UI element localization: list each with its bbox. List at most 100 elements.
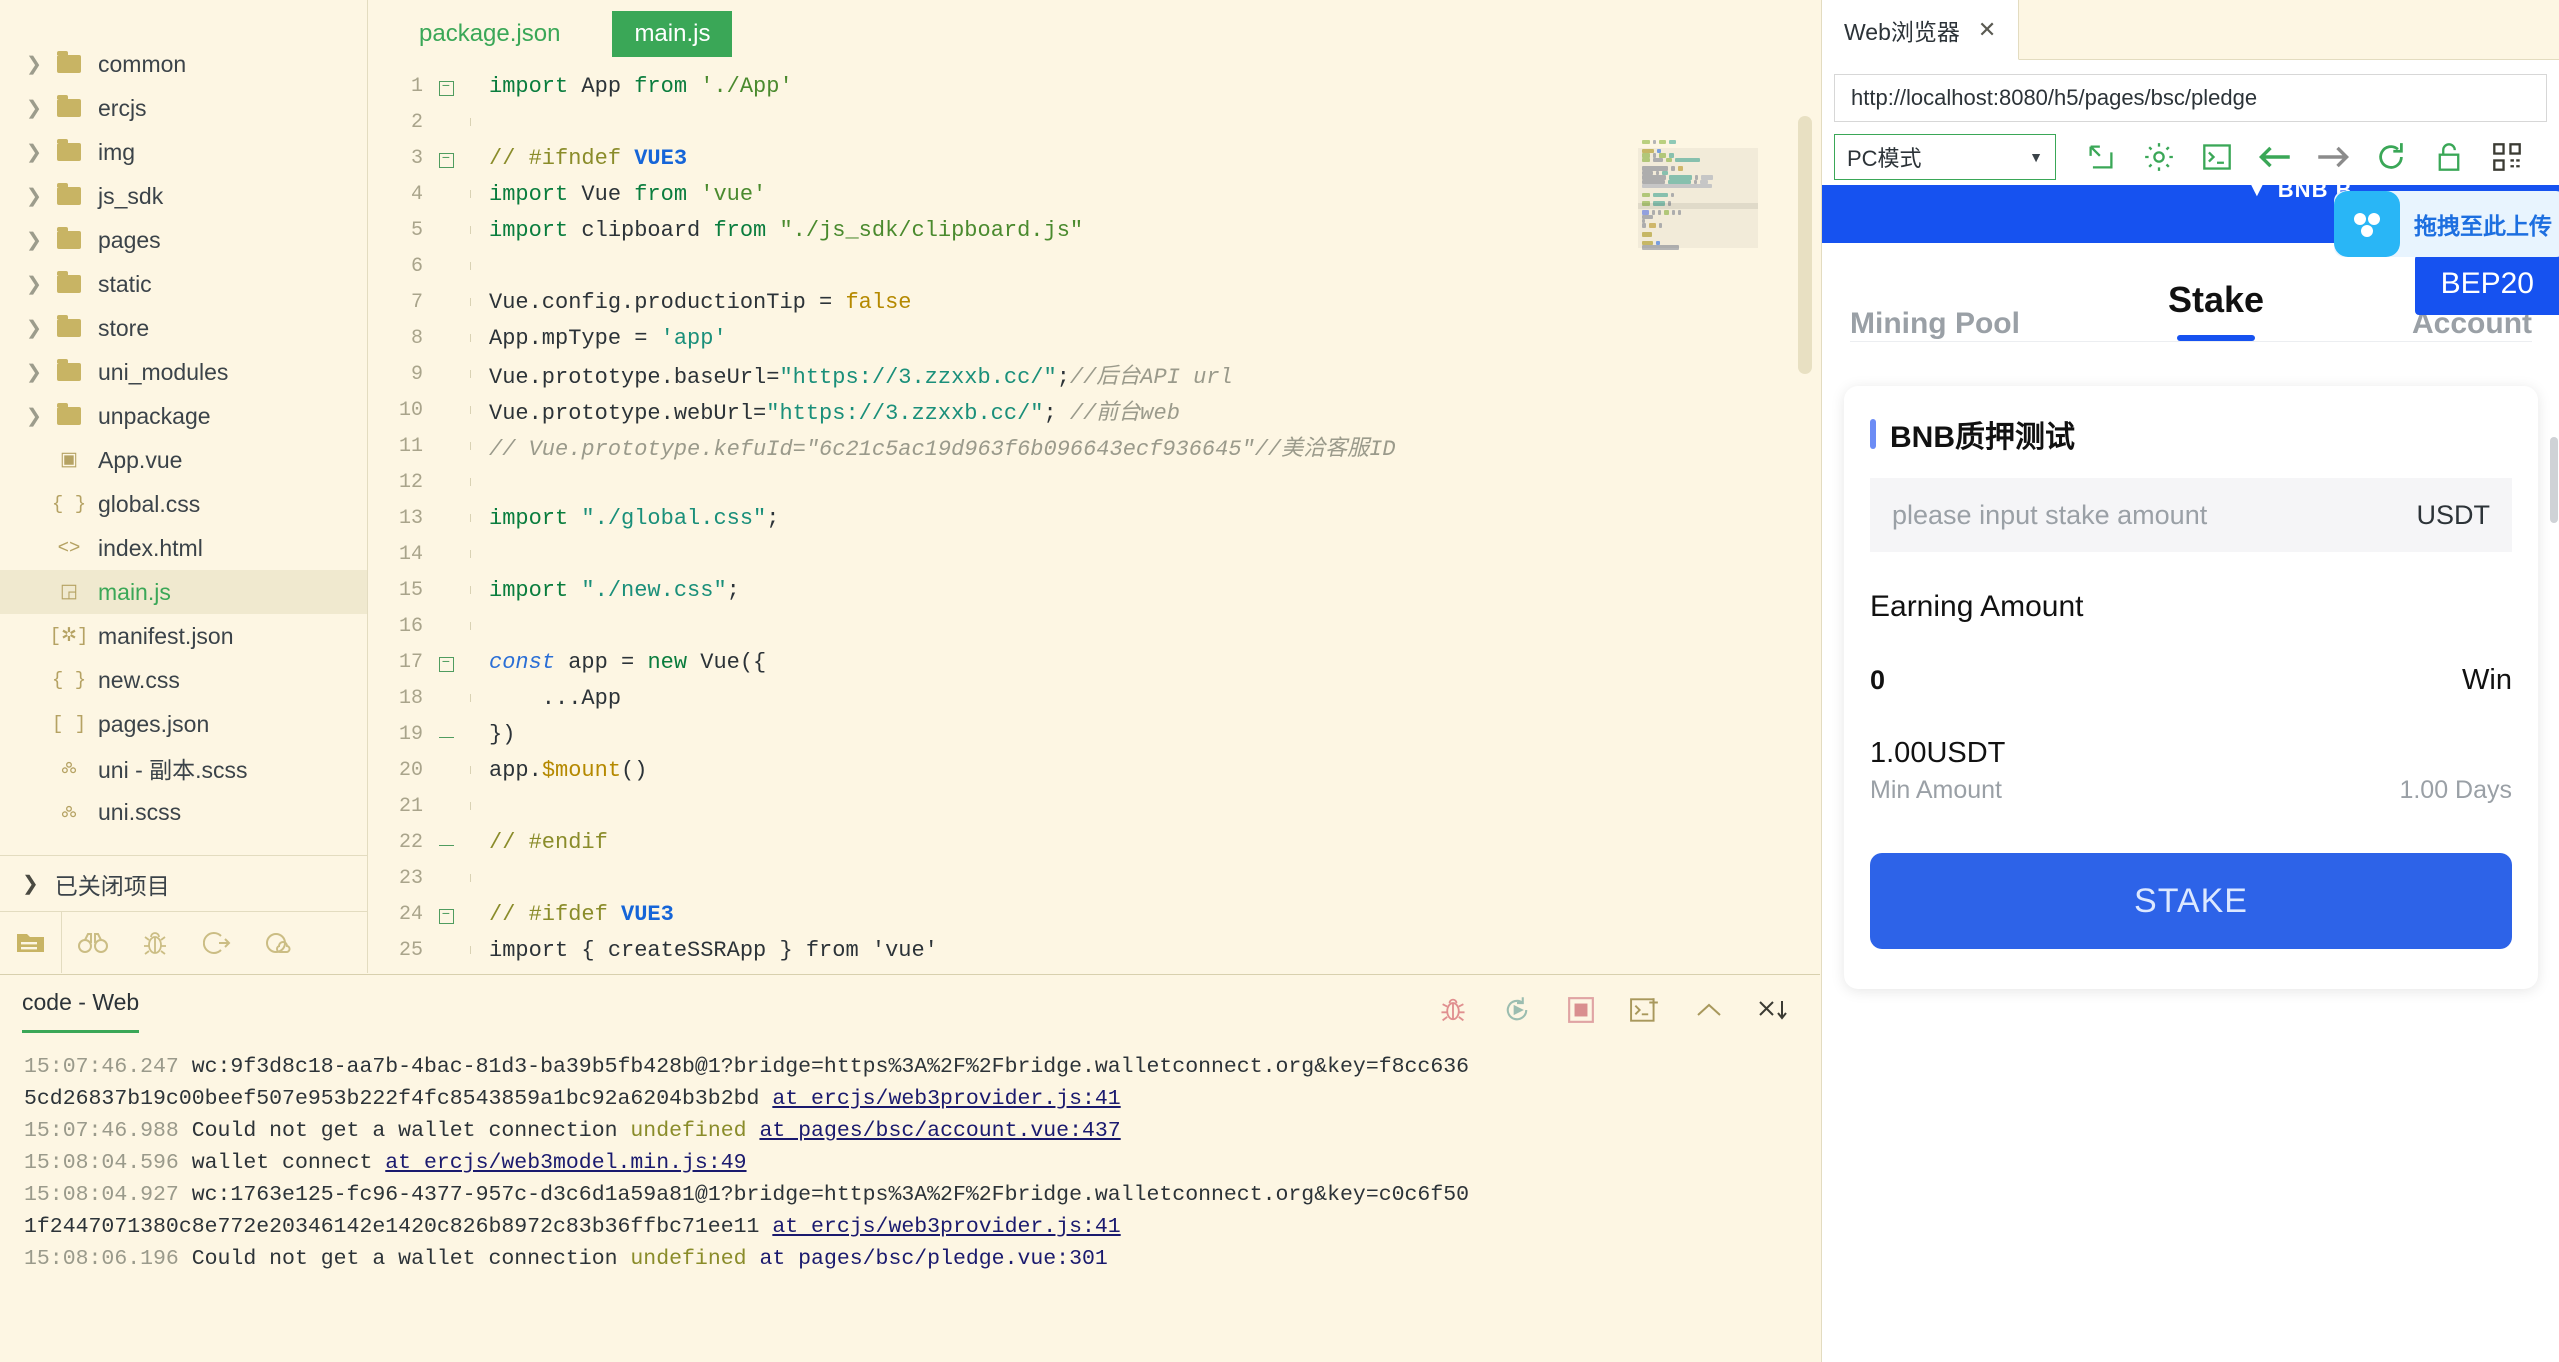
tree-item-new-css[interactable]: ❯{ }new.css (0, 658, 367, 702)
back-arrow-icon[interactable] (2246, 134, 2304, 180)
tree-item-app-vue[interactable]: ❯▣App.vue (0, 438, 367, 482)
fold-end-icon[interactable] (433, 833, 459, 852)
code-line[interactable]: 4 import Vue from 'vue' (369, 176, 1820, 212)
code-line[interactable]: 3− // #ifndef VUE3 (369, 140, 1820, 176)
chevron-right-icon[interactable]: ❯ (26, 361, 52, 384)
code-content[interactable]: 1− import App from './App' 2 3−// #ifndef V… (369, 68, 1820, 973)
lock-icon[interactable] (2420, 134, 2478, 180)
tree-item-uni-scss[interactable]: ❯🝆uni.scss (0, 790, 367, 834)
binoculars-icon[interactable] (62, 912, 124, 974)
share-icon[interactable] (186, 912, 248, 974)
code-line[interactable]: 23 (369, 860, 1820, 896)
editor-tab-package-json[interactable]: package.json (397, 11, 582, 57)
stop-icon[interactable] (1562, 991, 1600, 1029)
code-line[interactable]: 20 app.$mount() (369, 752, 1820, 788)
reload-icon[interactable] (2362, 134, 2420, 180)
chevron-right-icon[interactable]: ❯ (26, 97, 52, 120)
code-line[interactable]: 14 (369, 536, 1820, 572)
chevron-right-icon[interactable]: ❯ (26, 185, 52, 208)
code-line[interactable]: 5 import clipboard from "./js_sdk/clipboa… (369, 212, 1820, 248)
tree-item-unpackage[interactable]: ❯ unpackage (0, 394, 367, 438)
log-source-link[interactable]: at ercjs/web3provider.js:41 (772, 1087, 1120, 1111)
code-line[interactable]: 12 (369, 464, 1820, 500)
code-line[interactable]: 13 import "./global.css"; (369, 500, 1820, 536)
drag-upload-tooltip[interactable]: 拖拽至此上传 (2334, 191, 2559, 257)
log-source-link[interactable]: at ercjs/web3provider.js:41 (772, 1215, 1120, 1239)
project-file-tree[interactable]: ❯ common ❯ ercjs ❯ img ❯ js_sdk ❯ pages ❯ static ❯ st… (0, 0, 367, 834)
collapse-icon[interactable] (1690, 991, 1728, 1029)
tree-item-index-html[interactable]: ❯<>index.html (0, 526, 367, 570)
editor-minimap[interactable] (1638, 140, 1758, 640)
chevron-right-icon[interactable]: ❯ (26, 273, 52, 296)
code-line[interactable]: 22 // #endif (369, 824, 1820, 860)
tree-item-ercjs[interactable]: ❯ ercjs (0, 86, 367, 130)
tree-item-uni-modules[interactable]: ❯ uni_modules (0, 350, 367, 394)
tree-item-pages[interactable]: ❯ pages (0, 218, 367, 262)
qrcode-icon[interactable] (2478, 134, 2536, 180)
tree-item-main-js[interactable]: ❯◲main.js (0, 570, 367, 614)
bug-icon[interactable] (1434, 991, 1472, 1029)
preview-tab-mining-pool[interactable]: Mining Pool (1850, 307, 2020, 341)
code-line[interactable]: 11 // Vue.prototype.kefuId="6c21c5ac19d96… (369, 428, 1820, 464)
bug-icon[interactable] (124, 912, 186, 974)
code-line[interactable]: 7 Vue.config.productionTip = false (369, 284, 1820, 320)
fold-end-icon[interactable] (433, 725, 459, 744)
console-log-output[interactable]: 15:07:46.247 wc:9f3d8c18-aa7b-4bac-81d3-… (0, 1043, 1820, 1275)
editor-tabbar[interactable]: package.json main.js (369, 0, 1820, 68)
clear-icon[interactable] (1754, 991, 1792, 1029)
new-terminal-icon[interactable] (1626, 991, 1664, 1029)
code-line[interactable]: 6 (369, 248, 1820, 284)
network-badge[interactable]: BEP20 (2414, 255, 2559, 315)
chevron-right-icon[interactable]: ❯ (26, 229, 52, 252)
code-line[interactable]: 15 import "./new.css"; (369, 572, 1820, 608)
code-line[interactable]: 24− // #ifdef VUE3 (369, 896, 1820, 932)
code-line[interactable]: 9 Vue.prototype.baseUrl="https://3.zzxxb.… (369, 356, 1820, 392)
close-icon[interactable]: ✕ (1978, 17, 1996, 43)
tree-item-global-css[interactable]: ❯{ }global.css (0, 482, 367, 526)
log-source-link[interactable]: at ercjs/web3model.min.js:49 (385, 1151, 746, 1175)
files-icon[interactable] (0, 911, 62, 973)
gear-icon[interactable] (2130, 134, 2188, 180)
tree-item-pages-json[interactable]: ❯[ ]pages.json (0, 702, 367, 746)
device-mode-select[interactable]: PC模式 ▼ (1834, 134, 2056, 180)
log-source-link[interactable]: at pages/bsc/account.vue:437 (759, 1119, 1120, 1143)
browser-tab[interactable]: Web浏览器 ✕ (1822, 0, 2020, 60)
fold-toggle-icon[interactable]: − (433, 653, 459, 672)
rerun-icon[interactable] (1498, 991, 1536, 1029)
code-line[interactable]: 1− import App from './App' (369, 68, 1820, 104)
code-line[interactable]: 21 (369, 788, 1820, 824)
fold-toggle-icon[interactable]: − (433, 905, 459, 924)
tree-item-uni-scss[interactable]: ❯🝆uni - 副本.scss (0, 746, 367, 790)
editor-tab-main-js[interactable]: main.js (612, 11, 733, 57)
tree-item-img[interactable]: ❯ img (0, 130, 367, 174)
code-line[interactable]: 2 (369, 104, 1820, 140)
code-line[interactable]: 18 ...App (369, 680, 1820, 716)
code-line[interactable]: 25 import { createSSRApp } from 'vue' (369, 932, 1820, 968)
preview-tab-stake[interactable]: Stake (2168, 279, 2264, 341)
stake-button[interactable]: STAKE (1870, 853, 2512, 949)
closed-projects-section[interactable]: ❯ 已关闭项目 (0, 855, 367, 911)
editor-vertical-scrollbar[interactable] (1798, 116, 1812, 374)
code-line[interactable]: 8 App.mpType = 'app' (369, 320, 1820, 356)
fold-toggle-icon[interactable]: − (433, 149, 459, 168)
console-tab-code-web[interactable]: code - Web (22, 989, 140, 1033)
code-line[interactable]: 17− const app = new Vue({ (369, 644, 1820, 680)
log-source-link[interactable]: at pages/bsc/pledge.vue:301 (759, 1247, 1107, 1271)
console-icon[interactable] (2188, 134, 2246, 180)
preview-scrollbar[interactable] (2550, 437, 2558, 523)
tree-item-common[interactable]: ❯ common (0, 42, 367, 86)
forward-arrow-icon[interactable] (2304, 134, 2362, 180)
chevron-right-icon[interactable]: ❯ (26, 141, 52, 164)
chevron-right-icon[interactable]: ❯ (26, 53, 52, 76)
cloud-icon[interactable] (248, 912, 310, 974)
stake-amount-input[interactable]: please input stake amount USDT (1870, 478, 2512, 552)
url-input[interactable]: http://localhost:8080/h5/pages/bsc/pledg… (1834, 74, 2547, 122)
fold-toggle-icon[interactable]: − (433, 77, 459, 96)
minimap-viewport[interactable] (1638, 148, 1758, 248)
chevron-right-icon[interactable]: ❯ (26, 317, 52, 340)
tree-item-js-sdk[interactable]: ❯ js_sdk (0, 174, 367, 218)
popout-icon[interactable] (2072, 134, 2130, 180)
tree-item-store[interactable]: ❯ store (0, 306, 367, 350)
code-line[interactable]: 16 (369, 608, 1820, 644)
code-line[interactable]: 10 Vue.prototype.webUrl="https://3.zzxxb.… (369, 392, 1820, 428)
